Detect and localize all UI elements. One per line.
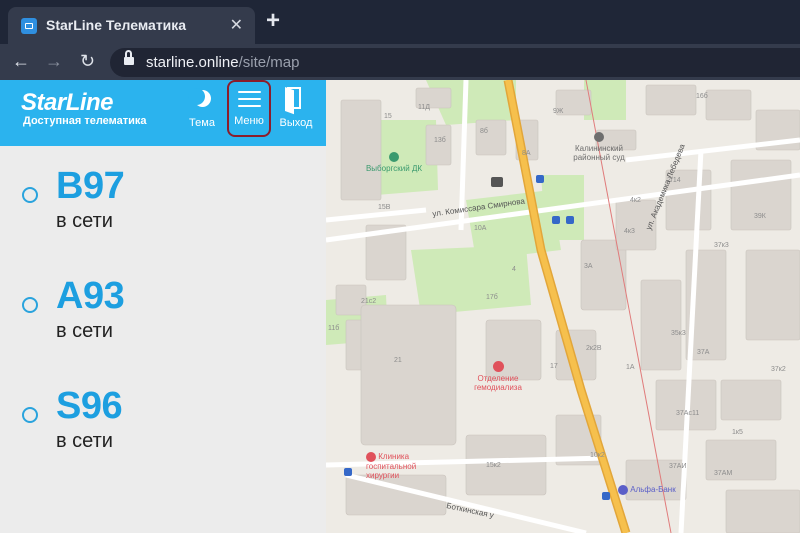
exit-door-icon (287, 87, 301, 109)
sidebar: StarLine Доступная телематика Тема Меню … (0, 80, 326, 533)
house-number: 11б (328, 325, 340, 332)
house-number: 13б (434, 137, 446, 144)
court-icon (594, 132, 604, 142)
map-view[interactable]: 11Д 15 13б 8б 8А 9Ж 16б 15В 10А 4к2 4к3 … (326, 80, 800, 533)
starline-favicon-icon (21, 18, 37, 34)
house-number: 11Д (418, 104, 431, 111)
house-number: 37А (697, 349, 710, 356)
house-number: 37к3 (714, 242, 729, 249)
house-number: 21с2 (361, 298, 377, 305)
status-circle-icon[interactable] (22, 187, 38, 203)
house-number: 1к5 (732, 429, 743, 436)
house-number: 10к2 (590, 452, 605, 459)
car-name[interactable]: A93 (56, 275, 125, 318)
exit-button[interactable]: Выход (277, 80, 315, 146)
poi-label: Отделение гемодиализа (474, 374, 522, 392)
address-bar[interactable]: starline.online/site/map (110, 48, 800, 77)
poi-label: Альфа-Банк (630, 485, 676, 495)
bus-stop-icon (552, 216, 560, 224)
browser-toolbar: ← → ↻ starline.online/site/map (0, 44, 800, 80)
house-number: 17 (550, 363, 558, 370)
poi-label: Выборгский ДК (365, 164, 423, 173)
page-content: StarLine Доступная телематика Тема Меню … (0, 80, 800, 533)
poi-vyborgsky[interactable]: Выборгский ДК (364, 152, 424, 173)
theme-label: Тема (189, 117, 215, 129)
house-number: 17б (486, 294, 498, 301)
browser-tab-strip: StarLine Телематика ✕ + (0, 0, 800, 44)
logo-tagline: Доступная телематика (23, 115, 147, 127)
back-arrow-icon[interactable]: ← (12, 50, 30, 72)
car-item[interactable]: A93 в сети (0, 273, 326, 363)
bank-icon (618, 485, 628, 495)
menu-label: Меню (234, 115, 264, 127)
house-number: 21 (394, 357, 402, 364)
house-number: 37АИ (669, 463, 687, 470)
car-status: в сети (56, 210, 113, 232)
new-tab-button[interactable]: + (266, 9, 280, 33)
house-number: 4к2 (630, 197, 641, 204)
poi-clinic[interactable]: Клиника госпитальной хирургии (366, 452, 431, 480)
briefcase-icon (491, 177, 503, 187)
exit-label: Выход (279, 117, 313, 129)
status-circle-icon[interactable] (22, 297, 38, 313)
house-number: 8б (480, 128, 488, 135)
house-number: 1А (626, 364, 635, 371)
car-item[interactable]: B97 в сети (0, 163, 326, 253)
menu-button[interactable]: Меню (227, 80, 271, 137)
house-number: 15к2 (486, 462, 501, 469)
tab-title: StarLine Телематика (46, 17, 187, 33)
house-number: 2к2В (586, 345, 602, 352)
house-number: 8А (522, 150, 531, 157)
house-number: 16б (696, 93, 708, 100)
moon-icon (188, 88, 211, 107)
forward-arrow-icon[interactable]: → (45, 50, 63, 72)
theme-button[interactable]: Тема (186, 80, 218, 146)
car-status: в сети (56, 320, 113, 342)
house-number: 4 (512, 266, 516, 273)
lock-icon (124, 50, 134, 65)
house-number: 10А (474, 225, 487, 232)
medical-cross-icon (366, 452, 376, 462)
medical-cross-icon (492, 361, 504, 372)
bus-stop-icon (602, 492, 610, 500)
url-host: starline.online (146, 54, 239, 71)
theatre-icon (389, 152, 399, 162)
poi-court[interactable]: Калининский районный суд (564, 132, 634, 162)
bus-stop-icon (566, 216, 574, 224)
bus-stop-icon (344, 468, 352, 476)
house-number: 39К (754, 213, 766, 220)
car-item[interactable]: S96 в сети (0, 383, 326, 473)
house-number: 4к3 (624, 228, 635, 235)
poi-label: Калининский районный суд (573, 144, 625, 162)
house-number: 15 (384, 113, 392, 120)
url-text: starline.online/site/map (146, 54, 299, 71)
house-number: 15В (378, 204, 391, 211)
car-name[interactable]: S96 (56, 385, 123, 428)
poi-dialysis[interactable]: Отделение гемодиализа (468, 361, 528, 392)
car-name[interactable]: B97 (56, 165, 125, 208)
house-number: 3А (584, 263, 593, 270)
poi-bank[interactable]: Альфа-Банк (618, 485, 678, 495)
close-tab-icon[interactable]: ✕ (230, 15, 243, 35)
hamburger-icon (238, 91, 261, 108)
house-number: 37Ас11 (676, 410, 700, 417)
starline-logo[interactable]: StarLine (21, 89, 114, 117)
browser-tab[interactable]: StarLine Телематика ✕ (8, 7, 255, 44)
house-number: 9Ж (553, 108, 564, 115)
house-number: 37к2 (771, 366, 786, 373)
house-number: 37АМ (714, 470, 733, 477)
house-number: 35к3 (671, 330, 686, 337)
sidebar-header: StarLine Доступная телематика Тема Меню … (0, 80, 326, 146)
url-path: /site/map (238, 54, 300, 71)
car-status: в сети (56, 430, 113, 452)
status-circle-icon[interactable] (22, 407, 38, 423)
reload-icon[interactable]: ↻ (80, 50, 95, 72)
bus-stop-icon (536, 175, 544, 183)
